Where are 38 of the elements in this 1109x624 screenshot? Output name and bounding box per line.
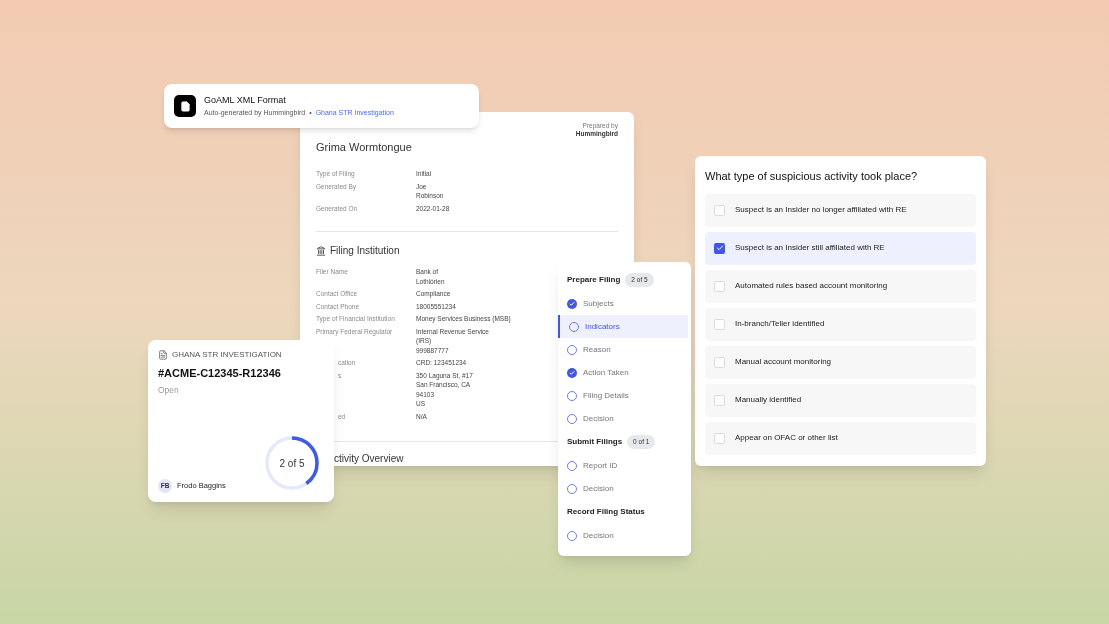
step-group-title: Prepare Filing [567, 274, 621, 286]
checkbox[interactable] [714, 280, 725, 292]
step-item[interactable]: Reason [558, 338, 691, 361]
section-title: Filing Institution [330, 244, 400, 258]
step-item[interactable]: Decision [558, 477, 691, 500]
checkbox[interactable] [714, 242, 725, 254]
answer-option[interactable]: Manually identified [705, 383, 976, 417]
checkbox[interactable] [714, 394, 725, 406]
checkbox[interactable] [714, 356, 725, 368]
progress-text: 2 of 5 [279, 456, 305, 471]
file-icon [174, 95, 196, 117]
step-item[interactable]: Filing Details [558, 384, 691, 407]
step-group-title: Submit Filings [567, 436, 623, 448]
step-item[interactable]: Decision [558, 524, 691, 547]
answer-option[interactable]: Manual account monitoring [705, 345, 976, 379]
case-category: GHANA STR INVESTIGATION [172, 349, 282, 361]
checkbox[interactable] [714, 204, 725, 216]
step-item[interactable]: Subjects [558, 292, 691, 315]
step-item[interactable]: Report ID [558, 454, 691, 477]
step-item[interactable]: Decision [558, 407, 691, 430]
checkbox[interactable] [714, 432, 725, 444]
answer-option[interactable]: Automated rules based account monitoring [705, 269, 976, 303]
answer-option[interactable]: Suspect is an Insider no longer affiliated with RE [705, 193, 976, 227]
answer-option[interactable]: In-branch/Teller identified [705, 307, 976, 341]
answer-option[interactable]: Appear on OFAC or other list [705, 421, 976, 455]
document-icon [158, 350, 168, 360]
format-title: GoAML XML Format [204, 94, 287, 107]
case-id: #ACME-C12345-R12346 [158, 366, 282, 381]
checkbox[interactable] [714, 318, 725, 330]
step-item[interactable]: Indicators [558, 315, 688, 338]
step-group-title: Record Filing Status [567, 506, 645, 518]
bank-icon [316, 245, 326, 256]
document-title: Grima Wormtongue [316, 140, 413, 154]
step-item[interactable]: Action Taken [558, 361, 691, 384]
answer-option[interactable]: Suspect is an Insider still affiliated with RE [705, 231, 976, 265]
question-title: What type of suspicious activity took place? [705, 169, 919, 184]
section-title: ctivity Overview [333, 453, 405, 465]
case-status: Open [158, 383, 180, 397]
